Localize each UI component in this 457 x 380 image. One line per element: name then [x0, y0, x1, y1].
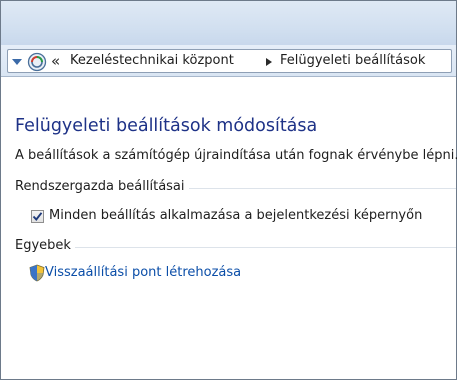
main-content: Felügyeleti beállítások módosítása A beá…	[1, 78, 457, 379]
shield-icon[interactable]	[29, 264, 45, 282]
control-panel-icon	[27, 52, 47, 72]
breadcrumb-item-control-panel[interactable]: Kezeléstechnikai központ	[70, 53, 234, 69]
title-bar	[1, 1, 456, 45]
breadcrumb-overflow-icon[interactable]: «	[51, 51, 60, 71]
breadcrumb-item-admin-settings[interactable]: Felügyeleti beállítások	[280, 53, 425, 69]
address-field[interactable]: « Kezeléstechnikai központ Felügyeleti b…	[7, 49, 452, 73]
create-restore-point-link[interactable]: Visszaállítási pont létrehozása	[45, 265, 241, 280]
page-subtitle: A beállítások a számítógép újraindítása …	[15, 148, 457, 163]
group-label-admin: Rendszergazda beállításai	[15, 179, 189, 194]
window: « Kezeléstechnikai központ Felügyeleti b…	[0, 0, 457, 380]
apply-at-logon-checkbox[interactable]	[31, 210, 44, 223]
breadcrumb-separator-icon[interactable]	[266, 58, 272, 66]
apply-at-logon-label[interactable]: Minden beállítás alkalmazása a bejelentk…	[49, 208, 422, 223]
group-divider	[187, 188, 456, 189]
check-icon	[32, 212, 43, 221]
address-bar: « Kezeléstechnikai központ Felügyeleti b…	[1, 45, 456, 77]
dropdown-arrow-icon[interactable]	[11, 57, 23, 67]
group-divider	[71, 247, 456, 248]
group-label-other: Egyebek	[15, 238, 75, 253]
page-title: Felügyeleti beállítások módosítása	[15, 116, 318, 136]
